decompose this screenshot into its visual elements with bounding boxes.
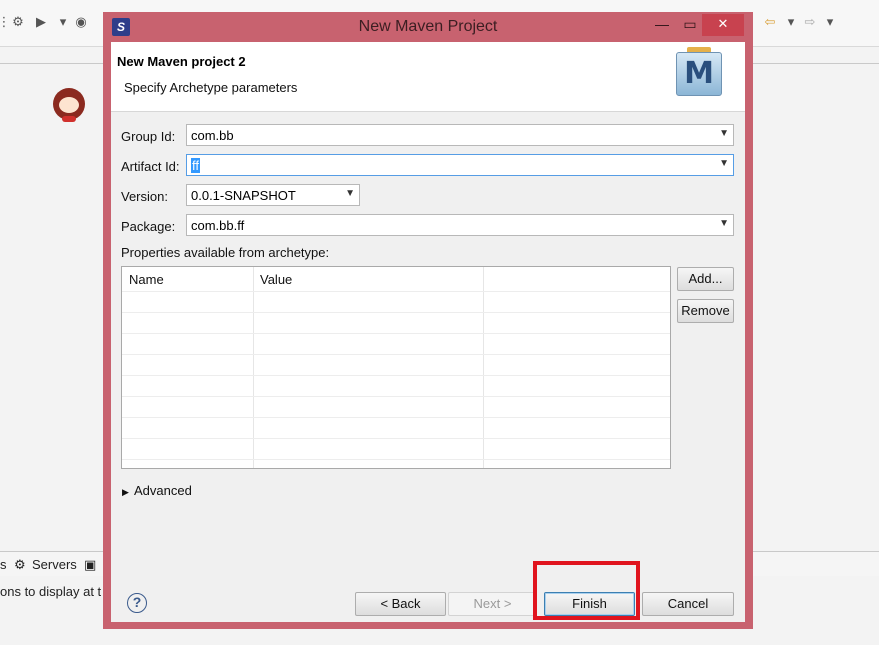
chevron-down-icon[interactable]: ▾ xyxy=(783,14,799,30)
next-button[interactable]: Next > xyxy=(448,592,537,616)
dropdown-arrow-icon[interactable]: ▼ xyxy=(719,158,729,169)
package-label: Package: xyxy=(121,219,176,234)
wizard-header: New Maven project 2 Specify Archetype pa… xyxy=(111,42,745,112)
dropdown-arrow-icon[interactable]: ▼ xyxy=(719,128,729,139)
maximize-icon[interactable]: ▭ xyxy=(677,14,703,36)
toolbar-run-icon[interactable]: ▶ xyxy=(33,14,49,30)
remove-property-button[interactable]: Remove xyxy=(677,299,734,323)
new-maven-project-dialog: S New Maven Project — ▭ ✕ New Maven proj… xyxy=(103,12,753,629)
dropdown-arrow-icon[interactable]: ▼ xyxy=(719,218,729,229)
panel-tab-partial[interactable]: s xyxy=(0,557,7,572)
artifact-id-label: Artifact Id: xyxy=(121,159,180,174)
wizard-title: New Maven project 2 xyxy=(117,54,246,69)
console-icon[interactable]: ▣ xyxy=(84,557,96,573)
properties-label: Properties available from archetype: xyxy=(121,245,330,260)
back-arrow-icon[interactable]: ⇦ xyxy=(762,14,778,30)
artifact-id-combo[interactable]: ff ▼ xyxy=(186,154,734,176)
advanced-label: Advanced xyxy=(134,483,192,498)
dialog-client: New Maven project 2 Specify Archetype pa… xyxy=(111,42,745,622)
cancel-button[interactable]: Cancel xyxy=(642,592,734,616)
wizard-body: Group Id: com.bb ▼ Artifact Id: ff ▼ Ver… xyxy=(111,112,745,622)
group-id-combo[interactable]: com.bb ▼ xyxy=(186,124,734,146)
column-header-extra[interactable] xyxy=(483,267,670,291)
back-button[interactable]: < Back xyxy=(355,592,446,616)
properties-table[interactable]: Name Value xyxy=(121,266,671,469)
add-property-button[interactable]: Add... xyxy=(677,267,734,291)
package-value: com.bb.ff xyxy=(191,218,245,233)
title-bar[interactable]: S New Maven Project — ▭ ✕ xyxy=(103,12,753,42)
help-icon[interactable]: ? xyxy=(127,593,147,613)
close-icon[interactable]: ✕ xyxy=(702,14,744,36)
version-label: Version: xyxy=(121,189,168,204)
artifact-id-value: ff xyxy=(191,158,200,173)
dropdown-arrow-icon[interactable]: ▼ xyxy=(345,188,355,199)
chevron-down-icon[interactable]: ▾ xyxy=(55,14,71,30)
panel-message: ons to display at t xyxy=(0,584,102,599)
forward-arrow-icon[interactable]: ⇨ xyxy=(802,14,818,30)
advanced-toggle[interactable]: ▶ Advanced xyxy=(122,483,192,498)
chevron-down-icon[interactable]: ▾ xyxy=(822,14,838,30)
column-header-value[interactable]: Value xyxy=(253,267,483,291)
minimize-icon[interactable]: — xyxy=(649,14,675,36)
toolbar-build-icon[interactable]: ⚙ xyxy=(10,14,26,30)
version-select[interactable]: 0.0.1-SNAPSHOT ▼ xyxy=(186,184,360,206)
column-header-name[interactable]: Name xyxy=(122,267,253,291)
finish-highlight-box xyxy=(533,561,640,620)
expand-triangle-icon[interactable]: ▶ xyxy=(122,487,134,498)
servers-icon: ⚙ xyxy=(14,557,26,572)
package-combo[interactable]: com.bb.ff ▼ xyxy=(186,214,734,236)
version-value: 0.0.1-SNAPSHOT xyxy=(191,188,296,203)
wizard-subtitle: Specify Archetype parameters xyxy=(124,80,298,95)
mascot-icon xyxy=(53,88,85,122)
group-id-value: com.bb xyxy=(191,128,234,143)
globe-icon[interactable]: ◉ xyxy=(73,14,89,30)
panel-tab-servers[interactable]: Servers xyxy=(32,557,77,572)
maven-logo-icon: M xyxy=(676,52,722,96)
group-id-label: Group Id: xyxy=(121,129,176,144)
